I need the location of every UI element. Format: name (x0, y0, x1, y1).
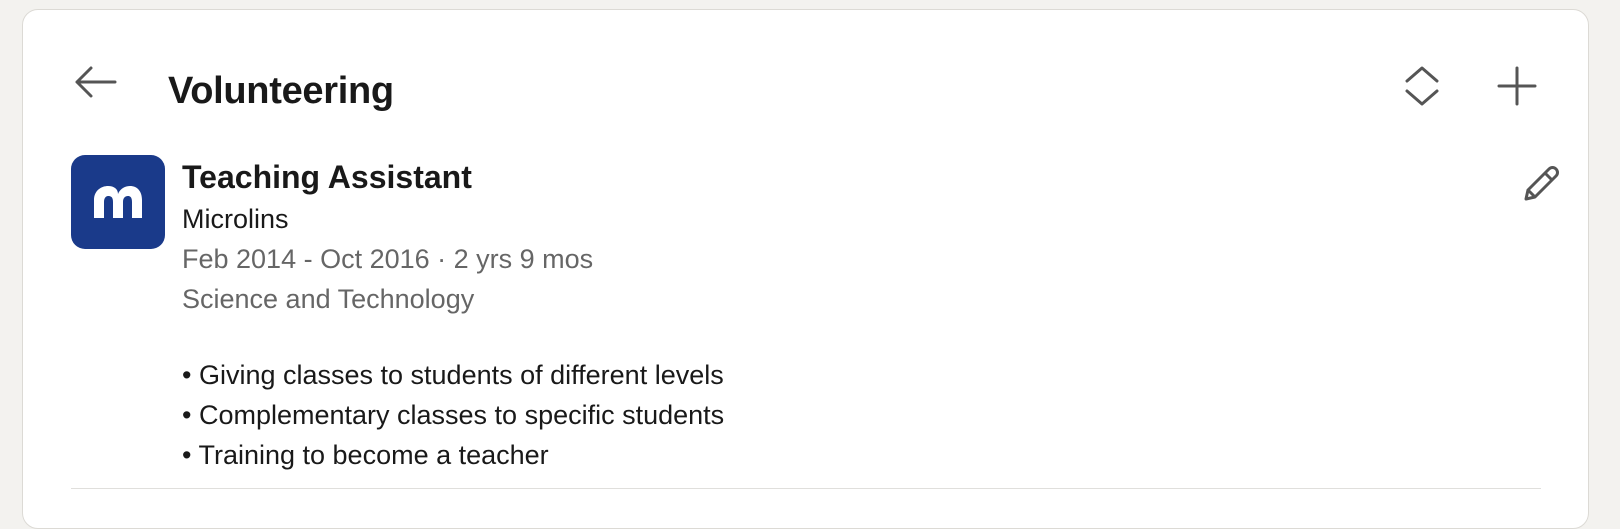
microlins-logo-icon (94, 186, 142, 218)
divider (71, 488, 1541, 489)
back-button[interactable] (71, 62, 119, 102)
plus-icon (1497, 66, 1537, 106)
reorder-icon (1405, 66, 1439, 106)
add-button[interactable] (1493, 62, 1541, 110)
entry-info: Teaching Assistant Microlins Feb 2014 - … (182, 155, 593, 319)
section-header: Volunteering (23, 10, 1588, 170)
description-item: • Training to become a teacher (182, 440, 549, 470)
section-title: Volunteering (168, 70, 394, 112)
organization-logo[interactable] (71, 155, 165, 249)
description-list: • Giving classes to students of differen… (182, 355, 724, 475)
volunteering-card: Volunteering Teaching Assistant Microlin… (22, 9, 1589, 529)
pencil-icon (1524, 166, 1559, 201)
description-item: • Complementary classes to specific stud… (182, 400, 725, 430)
organization-name: Microlins (182, 204, 289, 234)
date-range: Feb 2014 - Oct 2016 · 2 yrs 9 mos (182, 244, 594, 274)
arrow-left-icon (75, 66, 117, 98)
role-title: Teaching Assistant (182, 159, 472, 195)
reorder-button[interactable] (1398, 62, 1446, 110)
description-item: • Giving classes to students of differen… (182, 360, 724, 390)
edit-button[interactable] (1516, 161, 1564, 209)
cause-label: Science and Technology (182, 284, 475, 314)
